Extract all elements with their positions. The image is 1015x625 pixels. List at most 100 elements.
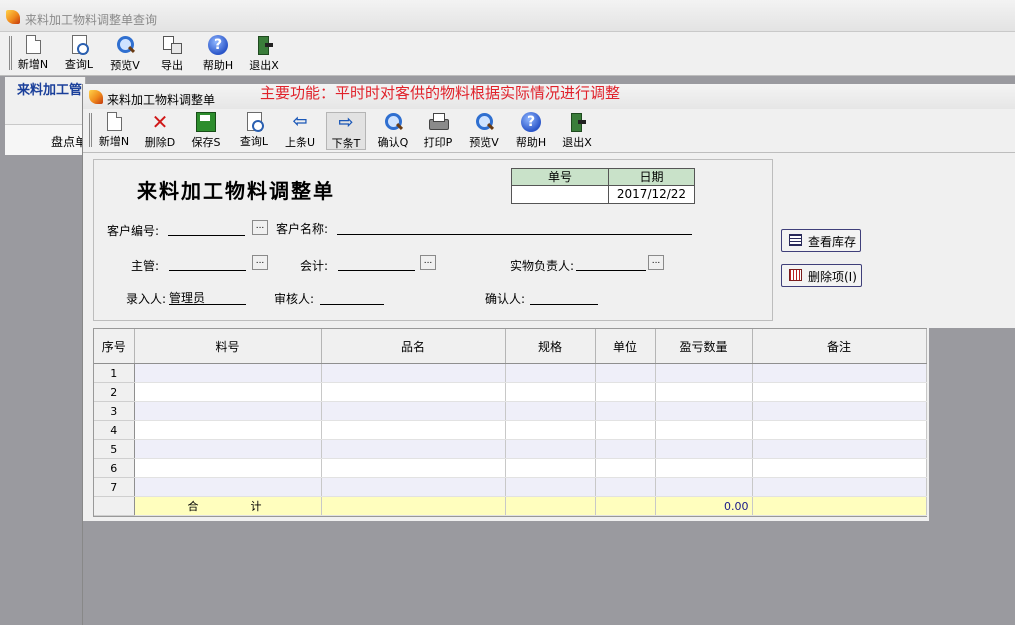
column-header[interactable]: 序号 <box>94 329 135 364</box>
help-button[interactable]: ? 帮助H <box>513 112 549 150</box>
column-header[interactable]: 盈亏数量 <box>655 329 753 364</box>
accountant-lookup-button[interactable]: ... <box>420 255 436 270</box>
main-preview-button[interactable]: 预览V <box>107 35 143 73</box>
column-header[interactable]: 备注 <box>752 329 927 364</box>
cell[interactable] <box>595 477 656 497</box>
cell[interactable] <box>595 401 656 421</box>
cell[interactable] <box>321 458 506 478</box>
main-query-button[interactable]: 查询L <box>61 35 97 73</box>
supervisor-field[interactable] <box>169 255 246 271</box>
print-button[interactable]: 打印P <box>421 112 455 150</box>
next-record-button[interactable]: ⇨ 下条T <box>326 112 366 150</box>
cell[interactable] <box>505 382 596 402</box>
cell[interactable] <box>505 439 596 459</box>
column-header[interactable]: 规格 <box>505 329 596 364</box>
cell[interactable] <box>655 439 753 459</box>
column-header[interactable]: 品名 <box>321 329 506 364</box>
cell[interactable] <box>655 458 753 478</box>
cell[interactable] <box>134 439 322 459</box>
left-panel: 来料加工管 盘点单 <box>5 77 87 625</box>
cell[interactable] <box>595 363 656 383</box>
customer-code-lookup-button[interactable]: ... <box>252 220 268 235</box>
cell[interactable] <box>321 363 506 383</box>
table-row[interactable]: 3 <box>94 401 927 421</box>
column-header[interactable]: 料号 <box>134 329 322 364</box>
table-row[interactable]: 1 <box>94 363 927 383</box>
cell[interactable] <box>655 401 753 421</box>
grid-delete-icon <box>789 269 802 281</box>
new-button[interactable]: 新增N <box>97 112 131 150</box>
row-number: 1 <box>94 363 135 383</box>
cell[interactable] <box>505 458 596 478</box>
accountant-field[interactable] <box>338 255 415 271</box>
exit-button[interactable]: 退出X <box>559 112 595 150</box>
save-button[interactable]: 保存S <box>189 112 223 150</box>
cell[interactable] <box>505 401 596 421</box>
confirm-button[interactable]: 确认Q <box>375 112 411 150</box>
cell[interactable] <box>505 363 596 383</box>
cell[interactable] <box>595 420 656 440</box>
doc-number-field[interactable] <box>512 186 608 203</box>
cell[interactable] <box>595 382 656 402</box>
cell[interactable] <box>655 363 753 383</box>
responsible-field[interactable] <box>576 255 646 271</box>
responsible-lookup-button[interactable]: ... <box>648 255 664 270</box>
cell[interactable] <box>655 477 753 497</box>
cell[interactable] <box>752 439 927 459</box>
delete-button[interactable]: ✕ 删除D <box>143 112 177 150</box>
cell[interactable] <box>655 420 753 440</box>
cell[interactable] <box>321 420 506 440</box>
preview-button[interactable]: 预览V <box>466 112 502 150</box>
table-row[interactable]: 7 <box>94 477 927 497</box>
cell[interactable] <box>752 363 927 383</box>
main-export-button[interactable]: 导出 <box>157 35 187 73</box>
cell[interactable] <box>752 401 927 421</box>
customer-name-field[interactable] <box>337 219 692 235</box>
cell[interactable] <box>752 458 927 478</box>
entered-by-field[interactable]: 管理员 <box>169 289 246 305</box>
confirmer-field[interactable] <box>530 289 598 305</box>
cell[interactable] <box>752 382 927 402</box>
total-row: 合计 0.00 <box>94 496 927 516</box>
delete-item-button[interactable]: 删除项(I) <box>781 264 862 287</box>
cell[interactable] <box>321 439 506 459</box>
table-row[interactable]: 5 <box>94 439 927 459</box>
customer-code-field[interactable] <box>168 220 245 236</box>
main-new-button[interactable]: 新增N <box>16 35 50 73</box>
help-label: 帮助H <box>515 136 547 149</box>
table-row[interactable]: 2 <box>94 382 927 402</box>
cell[interactable] <box>134 458 322 478</box>
doc-number-date-box: 单号 日期 2017/12/22 <box>511 168 695 204</box>
cell[interactable] <box>505 420 596 440</box>
cell[interactable] <box>134 420 322 440</box>
cell[interactable] <box>655 382 753 402</box>
toolbar-grip[interactable] <box>9 36 12 70</box>
tab-stocktake[interactable]: 盘点单 <box>5 124 87 156</box>
cell[interactable] <box>134 363 322 383</box>
table-row[interactable]: 4 <box>94 420 927 440</box>
cell[interactable] <box>321 382 506 402</box>
date-field[interactable]: 2017/12/22 <box>609 186 694 203</box>
main-help-button[interactable]: ? 帮助H <box>199 35 237 73</box>
main-exit-button[interactable]: 退出X <box>246 35 282 73</box>
reviewer-field[interactable] <box>320 289 384 305</box>
previous-record-button[interactable]: ⇦ 上条U <box>283 112 317 150</box>
cell[interactable] <box>134 382 322 402</box>
cell[interactable] <box>134 477 322 497</box>
cell[interactable] <box>505 477 596 497</box>
cell[interactable] <box>321 477 506 497</box>
cell[interactable] <box>595 458 656 478</box>
toolbar-grip[interactable] <box>89 113 92 147</box>
cell[interactable] <box>134 401 322 421</box>
cell[interactable] <box>752 477 927 497</box>
view-stock-button[interactable]: 查看库存 <box>781 229 862 252</box>
printer-icon <box>428 112 449 132</box>
cell[interactable] <box>321 401 506 421</box>
query-button[interactable]: 查询L <box>236 112 272 150</box>
table-row[interactable]: 6 <box>94 458 927 478</box>
cell[interactable] <box>752 420 927 440</box>
cell[interactable] <box>595 439 656 459</box>
magnifier-icon <box>115 35 135 55</box>
column-header[interactable]: 单位 <box>595 329 656 364</box>
supervisor-lookup-button[interactable]: ... <box>252 255 268 270</box>
